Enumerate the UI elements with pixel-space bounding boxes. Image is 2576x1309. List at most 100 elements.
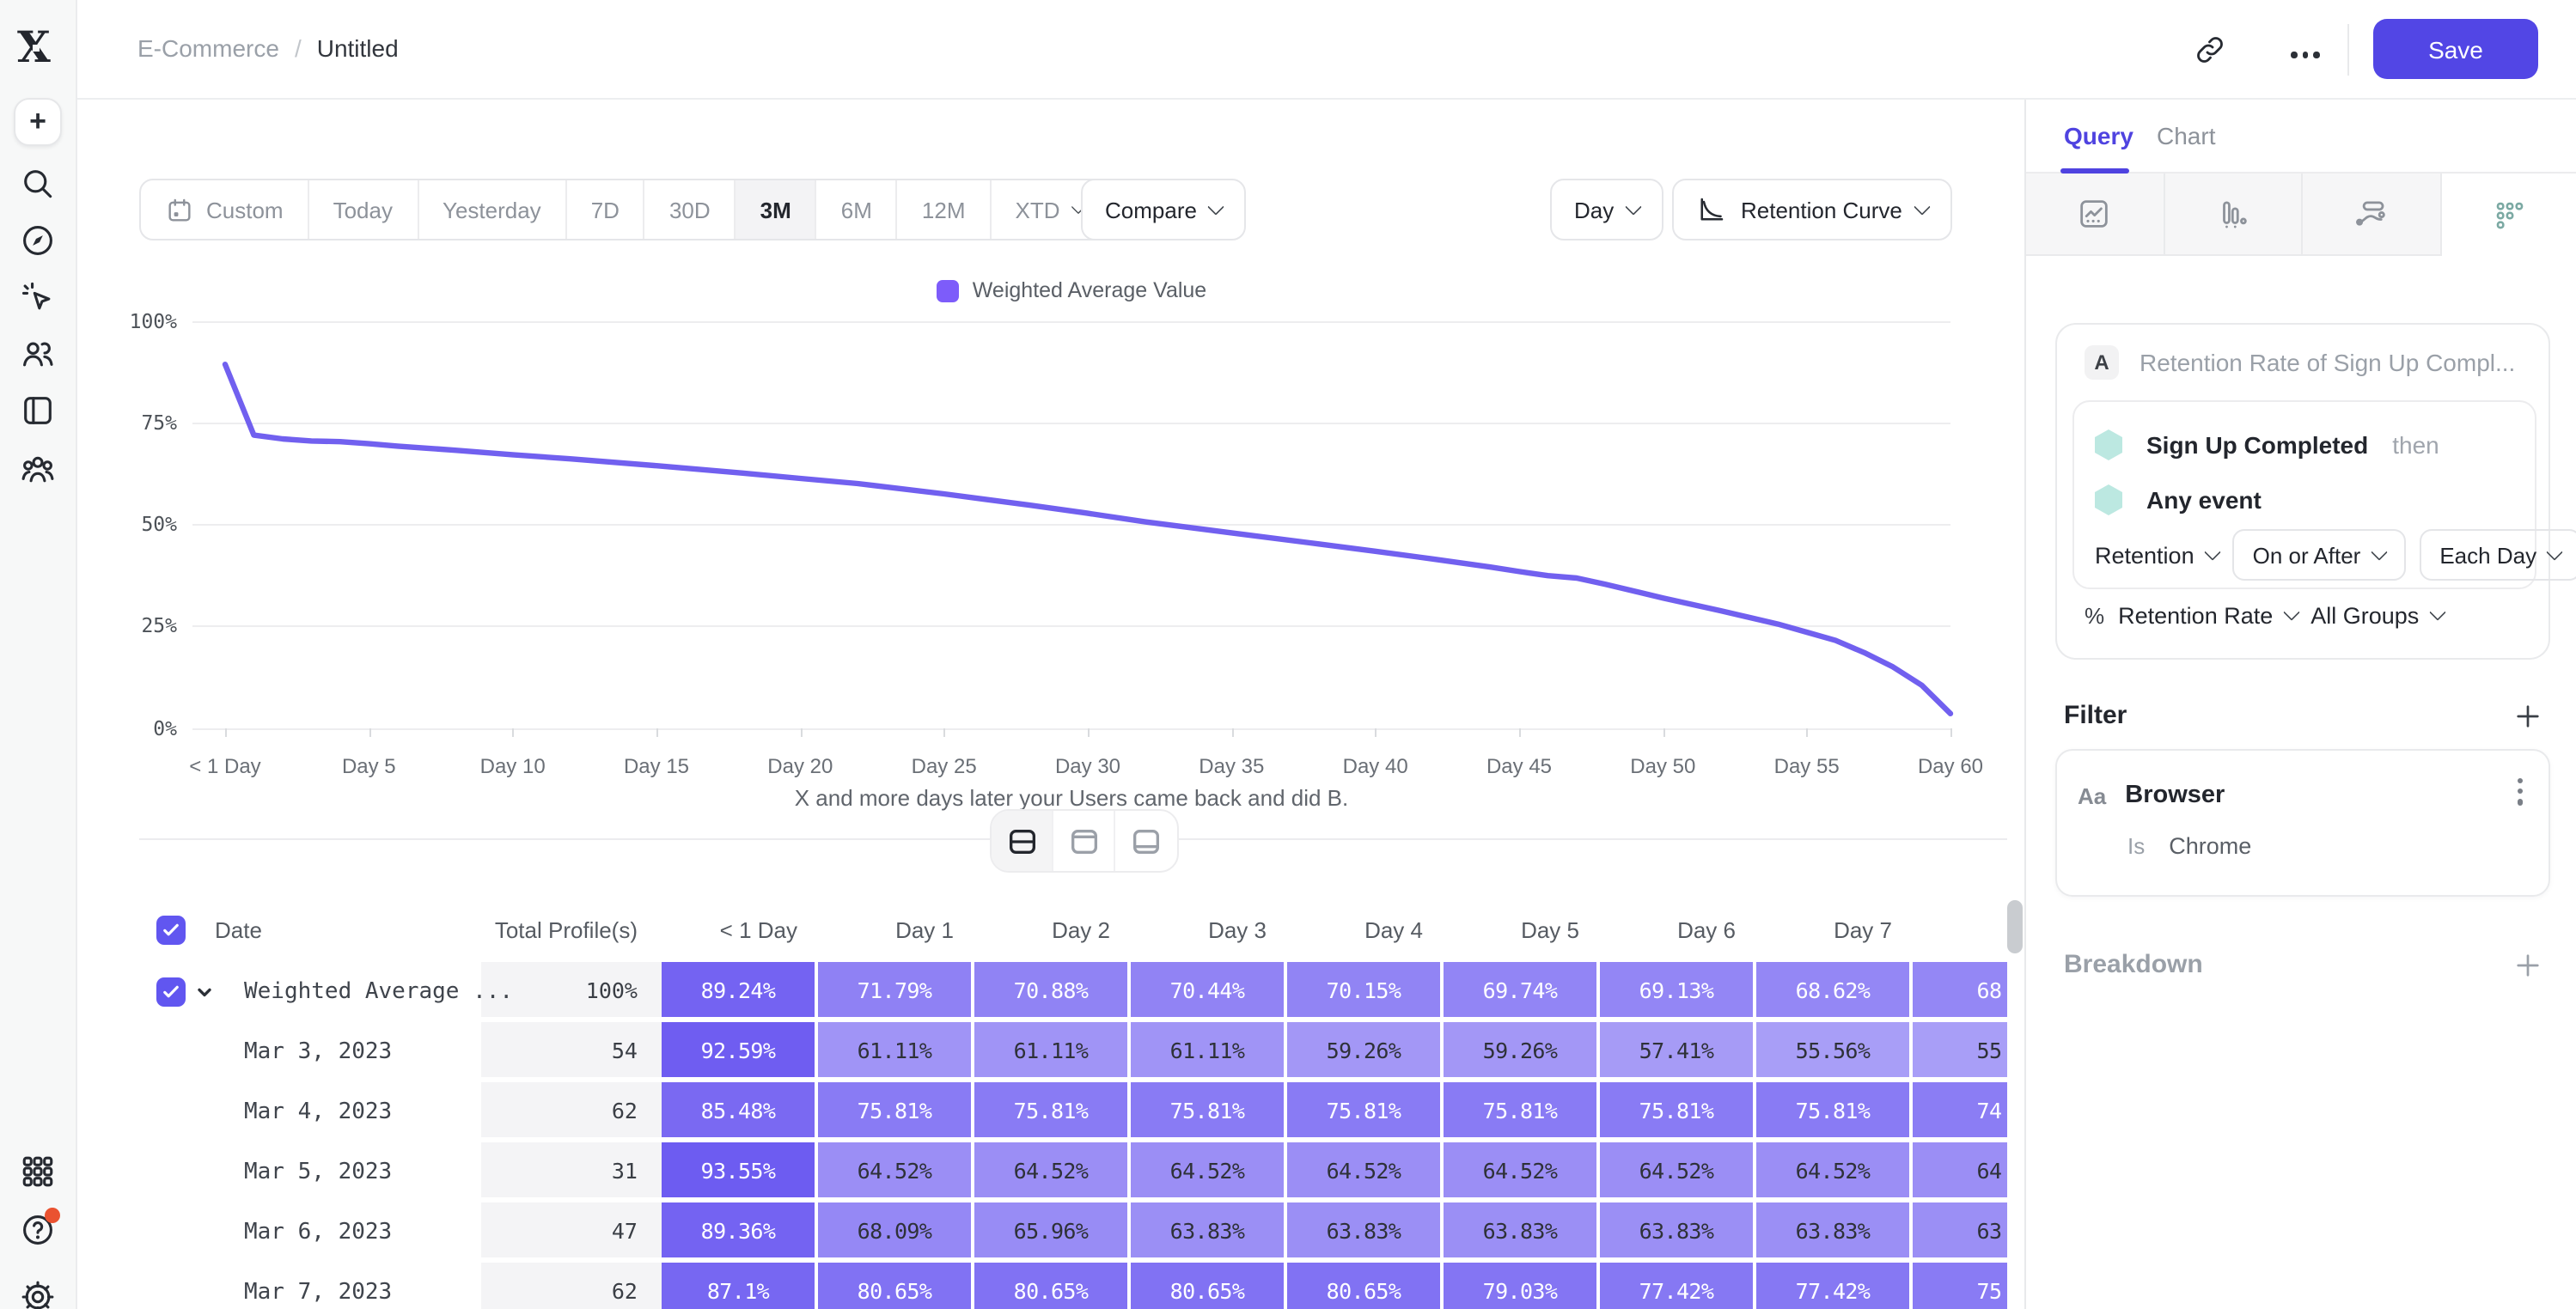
add-breakdown-button[interactable]	[2512, 950, 2543, 981]
vertical-scrollbar[interactable]	[2007, 900, 2023, 953]
retention-cell[interactable]: 68.62%	[1756, 962, 1913, 1022]
retention-cell[interactable]: 75.81%	[818, 1082, 974, 1142]
add-filter-button[interactable]	[2512, 701, 2543, 732]
retention-cell[interactable]: 64.52%	[1131, 1142, 1287, 1202]
event-a-name[interactable]: Sign Up Completed	[2146, 431, 2368, 459]
retention-cell[interactable]: 63.83%	[1756, 1202, 1913, 1263]
layout-option-split-horizontal[interactable]	[992, 811, 1053, 871]
retention-cell[interactable]: 69.13%	[1600, 962, 1756, 1022]
retention-cell[interactable]: 80.65%	[818, 1263, 974, 1309]
column-header[interactable]: Day 4	[1287, 904, 1444, 955]
retention-cell[interactable]: 63.83%	[1131, 1202, 1287, 1263]
groups-dropdown[interactable]: All Groups	[2310, 603, 2443, 629]
tab-chart[interactable]: Chart	[2157, 122, 2215, 149]
retention-cell[interactable]: 63	[1913, 1202, 2007, 1263]
retention-cell[interactable]: 70.88%	[974, 962, 1131, 1022]
expand-chevron-icon[interactable]	[196, 984, 213, 1002]
column-header[interactable]: Day 3	[1131, 904, 1287, 955]
table-row[interactable]: Mar 7, 20236287.1%80.65%80.65%80.65%80.6…	[139, 1263, 2007, 1309]
retention-mode-dropdown[interactable]: Retention	[2095, 542, 2219, 568]
column-header[interactable]: Date	[215, 916, 262, 942]
app-logo[interactable]: X	[17, 26, 58, 70]
retention-cell[interactable]: 59.26%	[1444, 1022, 1600, 1082]
retention-cell[interactable]: 77.42%	[1600, 1263, 1756, 1309]
column-header[interactable]: Day 1	[818, 904, 974, 955]
breadcrumb-parent[interactable]: E-Commerce	[137, 34, 279, 62]
retention-cell[interactable]: 68	[1913, 962, 2007, 1022]
tab-bar-chart-icon[interactable]	[2164, 174, 2303, 256]
column-header[interactable]: Day 7	[1756, 904, 1913, 955]
retention-cell[interactable]: 63.83%	[1600, 1202, 1756, 1263]
retention-cell[interactable]: 75.81%	[1444, 1082, 1600, 1142]
step-title[interactable]: Retention Rate of Sign Up Compl...	[2140, 349, 2515, 376]
retention-cell[interactable]: 63.83%	[1444, 1202, 1600, 1263]
retention-cell[interactable]: 75.81%	[1131, 1082, 1287, 1142]
save-button[interactable]: Save	[2373, 19, 2538, 79]
column-header[interactable]: Day 5	[1444, 904, 1600, 955]
compass-icon[interactable]	[19, 222, 57, 259]
retention-cell[interactable]: 64.52%	[1600, 1142, 1756, 1202]
retention-cell[interactable]: 64.52%	[818, 1142, 974, 1202]
table-row[interactable]: Mar 3, 20235492.59%61.11%61.11%61.11%59.…	[139, 1022, 2007, 1082]
retention-cell[interactable]: 75	[1913, 1263, 2007, 1309]
retention-cell[interactable]: 61.11%	[818, 1022, 974, 1082]
filter-menu-icon[interactable]	[2518, 778, 2523, 805]
cohorts-icon[interactable]	[19, 450, 57, 488]
retention-cell[interactable]: 55	[1913, 1022, 2007, 1082]
more-options-icon[interactable]	[2291, 38, 2325, 72]
retention-cell[interactable]: 74	[1913, 1082, 2007, 1142]
retention-cell[interactable]: 80.65%	[974, 1263, 1131, 1309]
library-icon[interactable]	[19, 392, 57, 429]
table-row[interactable]: Weighted Average ...100%89.24%71.79%70.8…	[139, 962, 2007, 1022]
layout-option-panel-bottom[interactable]	[1115, 811, 1177, 871]
share-link-icon[interactable]	[2193, 33, 2227, 67]
retention-curve-line[interactable]	[77, 100, 2024, 838]
retention-cell[interactable]: 77.42%	[1756, 1263, 1913, 1309]
retention-cell[interactable]: 69.74%	[1444, 962, 1600, 1022]
table-row[interactable]: Mar 5, 20233193.55%64.52%64.52%64.52%64.…	[139, 1142, 2007, 1202]
retention-cell[interactable]: 64.52%	[1756, 1142, 1913, 1202]
retention-period-dropdown[interactable]: Each Day	[2419, 529, 2576, 581]
column-header[interactable]: Total Profile(s)	[481, 904, 662, 955]
retention-cell[interactable]: 55.56%	[1756, 1022, 1913, 1082]
retention-cell[interactable]: 64.52%	[1444, 1142, 1600, 1202]
users-icon[interactable]	[19, 335, 57, 373]
retention-cell[interactable]: 79.03%	[1444, 1263, 1600, 1309]
column-header[interactable]: Day 6	[1600, 904, 1756, 955]
filter-card[interactable]: Aa Browser Is Chrome	[2055, 749, 2550, 897]
retention-cell[interactable]: 65.96%	[974, 1202, 1131, 1263]
retention-cell[interactable]: 75.81%	[1756, 1082, 1913, 1142]
new-item-button[interactable]: +	[14, 98, 62, 146]
retention-cell[interactable]: 93.55%	[662, 1142, 818, 1202]
retention-cell[interactable]: 57.41%	[1600, 1022, 1756, 1082]
retention-cell[interactable]: 64	[1913, 1142, 2007, 1202]
tab-flow-icon[interactable]	[2303, 174, 2441, 256]
tab-retention-grid-icon[interactable]	[2441, 174, 2576, 256]
metric-dropdown[interactable]: Retention Rate	[2118, 603, 2297, 629]
cursor-click-icon[interactable]	[19, 278, 57, 316]
search-icon[interactable]	[19, 165, 57, 203]
apps-grid-icon[interactable]	[19, 1153, 57, 1190]
retention-cell[interactable]: 80.65%	[1287, 1263, 1444, 1309]
retention-cell[interactable]: 70.44%	[1131, 962, 1287, 1022]
retention-cell[interactable]: 80.65%	[1131, 1263, 1287, 1309]
column-header[interactable]	[1913, 904, 2007, 955]
retention-cell[interactable]: 85.48%	[662, 1082, 818, 1142]
tab-line-chart-icon[interactable]	[2026, 174, 2164, 256]
retention-cell[interactable]: 89.36%	[662, 1202, 818, 1263]
retention-cell[interactable]: 75.81%	[1600, 1082, 1756, 1142]
breadcrumb-current[interactable]: Untitled	[317, 34, 399, 62]
retention-cell[interactable]: 75.81%	[974, 1082, 1131, 1142]
layout-option-panel-top[interactable]	[1053, 811, 1115, 871]
column-header[interactable]: < 1 Day	[662, 904, 818, 955]
column-header[interactable]: Day 2	[974, 904, 1131, 955]
retention-cell[interactable]: 68.09%	[818, 1202, 974, 1263]
retention-cell[interactable]: 87.1%	[662, 1263, 818, 1309]
retention-operator-dropdown[interactable]: On or After	[2232, 529, 2406, 581]
event-b-name[interactable]: Any event	[2146, 486, 2262, 514]
table-row[interactable]: Mar 6, 20234789.36%68.09%65.96%63.83%63.…	[139, 1202, 2007, 1263]
retention-cell[interactable]: 71.79%	[818, 962, 974, 1022]
table-row[interactable]: Mar 4, 20236285.48%75.81%75.81%75.81%75.…	[139, 1082, 2007, 1142]
retention-cell[interactable]: 89.24%	[662, 962, 818, 1022]
retention-cell[interactable]: 61.11%	[974, 1022, 1131, 1082]
